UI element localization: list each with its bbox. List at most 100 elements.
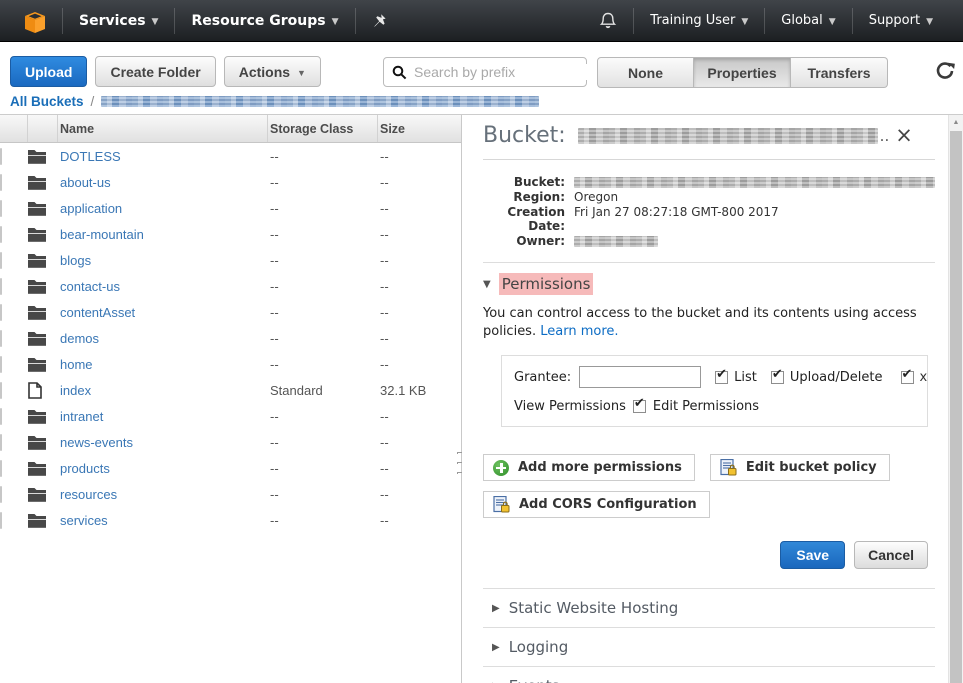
close-icon[interactable]: × bbox=[895, 125, 913, 146]
object-link[interactable]: news-events bbox=[60, 435, 133, 450]
table-row: about-us -- -- bbox=[0, 169, 461, 195]
nav-resource-groups-menu[interactable]: Resource Groups ▼ bbox=[175, 0, 354, 41]
row-checkbox[interactable] bbox=[0, 226, 2, 243]
header-name[interactable]: Name bbox=[58, 115, 268, 142]
search-input[interactable] bbox=[414, 64, 595, 80]
upload-button[interactable]: Upload bbox=[10, 56, 87, 87]
folder-icon bbox=[28, 201, 58, 216]
object-link[interactable]: bear-mountain bbox=[60, 227, 144, 242]
object-link[interactable]: index bbox=[60, 383, 91, 398]
section-label: Logging bbox=[509, 638, 569, 656]
row-checkbox[interactable] bbox=[0, 460, 2, 477]
collapsed-sections: ▶ Static Website Hosting ▶ Logging ▶ Eve… bbox=[483, 588, 935, 683]
storage-class-cell: -- bbox=[268, 253, 378, 268]
edit-permissions-checkbox-label: Edit Permissions bbox=[653, 399, 759, 414]
panel-title-row: Bucket: .. × bbox=[483, 123, 935, 160]
nav-region-menu[interactable]: Global ▼ bbox=[765, 0, 851, 41]
row-checkbox[interactable] bbox=[0, 330, 2, 347]
object-link[interactable]: resources bbox=[60, 487, 117, 502]
row-checkbox[interactable] bbox=[0, 200, 2, 217]
nav-user-menu[interactable]: Training User ▼ bbox=[634, 0, 764, 41]
object-link[interactable]: application bbox=[60, 201, 122, 216]
row-checkbox[interactable] bbox=[0, 356, 2, 373]
upload-delete-checkbox[interactable] bbox=[771, 371, 784, 384]
bucket-value-redacted bbox=[574, 177, 935, 188]
row-checkbox[interactable] bbox=[0, 174, 2, 191]
nav-support-label: Support bbox=[869, 13, 920, 28]
green-plus-icon bbox=[493, 460, 509, 476]
object-link[interactable]: contentAsset bbox=[60, 305, 135, 320]
storage-class-cell: -- bbox=[268, 513, 378, 528]
notifications-button[interactable] bbox=[583, 0, 633, 41]
row-checkbox[interactable] bbox=[0, 382, 2, 399]
add-cors-configuration-button[interactable]: Add CORS Configuration bbox=[483, 491, 710, 518]
remove-grantee-button[interactable]: x bbox=[920, 370, 930, 385]
permissions-header-label: Permissions bbox=[499, 273, 594, 295]
bell-icon bbox=[599, 11, 617, 31]
panel-scrollbar[interactable]: ▲ bbox=[948, 115, 963, 683]
view-permissions-checkbox[interactable] bbox=[901, 371, 914, 384]
view-properties-button[interactable]: Properties bbox=[694, 57, 791, 88]
upload-delete-checkbox-label: Upload/Delete bbox=[790, 370, 883, 385]
grantee-input[interactable] bbox=[579, 366, 701, 388]
row-checkbox[interactable] bbox=[0, 512, 2, 529]
aws-logo[interactable] bbox=[0, 0, 62, 41]
object-link[interactable]: contact-us bbox=[60, 279, 120, 294]
row-checkbox[interactable] bbox=[0, 304, 2, 321]
actions-label: Actions bbox=[239, 64, 290, 80]
row-checkbox[interactable] bbox=[0, 486, 2, 503]
header-icon-column bbox=[28, 115, 58, 142]
search-icon bbox=[392, 65, 407, 80]
object-link[interactable]: DOTLESS bbox=[60, 149, 121, 164]
cancel-button[interactable]: Cancel bbox=[854, 541, 928, 569]
save-button[interactable]: Save bbox=[780, 541, 845, 569]
object-link[interactable]: about-us bbox=[60, 175, 111, 190]
list-checkbox[interactable] bbox=[715, 371, 728, 384]
row-checkbox[interactable] bbox=[0, 278, 2, 295]
scrollbar-thumb[interactable] bbox=[950, 131, 962, 683]
storage-class-cell: -- bbox=[268, 149, 378, 164]
refresh-icon[interactable] bbox=[933, 59, 957, 83]
storage-class-cell: -- bbox=[268, 409, 378, 424]
navbar-right: Training User ▼ Global ▼ Support ▼ bbox=[583, 0, 963, 41]
nav-support-menu[interactable]: Support ▼ bbox=[853, 0, 949, 41]
grantee-row-2: View Permissions Edit Permissions bbox=[514, 399, 915, 414]
header-size[interactable]: Size bbox=[378, 115, 461, 142]
table-row: bear-mountain -- -- bbox=[0, 221, 461, 247]
scrollbar-up-arrow-icon[interactable]: ▲ bbox=[949, 115, 963, 130]
object-link[interactable]: blogs bbox=[60, 253, 91, 268]
folder-icon bbox=[28, 227, 58, 242]
section-logging[interactable]: ▶ Logging bbox=[483, 627, 935, 666]
section-static-website-hosting[interactable]: ▶ Static Website Hosting bbox=[483, 588, 935, 627]
view-transfers-button[interactable]: Transfers bbox=[791, 57, 888, 88]
actions-dropdown-button[interactable]: Actions ▼ bbox=[224, 56, 321, 87]
size-cell: -- bbox=[378, 279, 461, 294]
row-checkbox[interactable] bbox=[0, 252, 2, 269]
object-link[interactable]: demos bbox=[60, 331, 99, 346]
permissions-section: ▼ Permissions You can control access to … bbox=[483, 262, 935, 569]
bucket-name-redacted bbox=[578, 128, 878, 144]
pin-shortcut-button[interactable] bbox=[356, 0, 403, 41]
add-more-permissions-label: Add more permissions bbox=[518, 460, 682, 475]
permissions-header[interactable]: ▼ Permissions bbox=[483, 263, 935, 295]
chevron-down-icon: ▼ bbox=[332, 17, 339, 27]
detail-label: Bucket: bbox=[483, 175, 565, 189]
breadcrumb-all-buckets-link[interactable]: All Buckets bbox=[10, 94, 84, 109]
row-checkbox[interactable] bbox=[0, 408, 2, 425]
header-storage-class[interactable]: Storage Class bbox=[268, 115, 378, 142]
object-link[interactable]: services bbox=[60, 513, 108, 528]
row-checkbox[interactable] bbox=[0, 434, 2, 451]
edit-permissions-checkbox[interactable] bbox=[633, 400, 646, 413]
view-none-button[interactable]: None bbox=[597, 57, 694, 88]
storage-class-cell: -- bbox=[268, 357, 378, 372]
row-checkbox[interactable] bbox=[0, 148, 2, 165]
section-events[interactable]: ▶ Events bbox=[483, 666, 935, 683]
add-more-permissions-button[interactable]: Add more permissions bbox=[483, 454, 695, 481]
object-link[interactable]: products bbox=[60, 461, 110, 476]
learn-more-link[interactable]: Learn more. bbox=[540, 324, 618, 339]
create-folder-button[interactable]: Create Folder bbox=[95, 56, 215, 87]
edit-bucket-policy-button[interactable]: Edit bucket policy bbox=[710, 454, 890, 481]
object-link[interactable]: intranet bbox=[60, 409, 103, 424]
object-link[interactable]: home bbox=[60, 357, 93, 372]
nav-services-menu[interactable]: Services ▼ bbox=[63, 0, 174, 41]
